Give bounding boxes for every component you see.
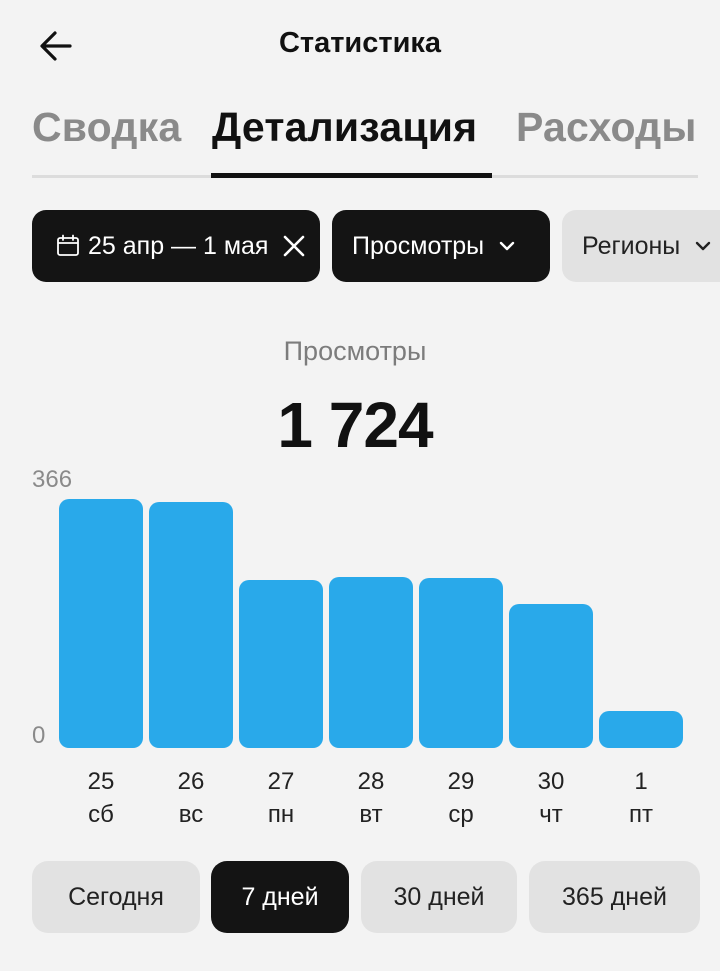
tab-expenses[interactable]: Расходы [516, 104, 697, 151]
chart-bar[interactable] [329, 576, 413, 748]
x-axis-label: 25 сб [59, 765, 143, 831]
x-axis-label: 28 вт [329, 765, 413, 831]
x-axis-day-label: 30 [537, 768, 565, 795]
metric-select-label: Просмотры [352, 231, 485, 260]
metric-label: Просмотры [283, 336, 427, 366]
period-365-days-button[interactable]: 365 дней [529, 861, 700, 933]
x-axis-weekday-label: вс [178, 801, 204, 828]
x-axis-label: 30 чт [509, 765, 593, 831]
chart-bar[interactable] [149, 501, 233, 748]
chart-bar[interactable] [599, 711, 683, 748]
chart-bar[interactable] [239, 579, 323, 748]
tab-details[interactable]: Детализация [212, 104, 477, 151]
x-axis-weekday-label: пт [629, 801, 653, 828]
x-axis-weekday-label: чт [539, 801, 563, 828]
period-7-days-button[interactable]: 7 дней [211, 861, 349, 933]
x-axis-day-label: 25 [87, 768, 115, 795]
tab-summary[interactable]: Сводка [32, 104, 181, 151]
x-axis-weekday-label: пн [267, 801, 295, 828]
chart-bar[interactable] [419, 578, 503, 748]
chart-bar[interactable] [509, 604, 593, 748]
metric-select-chip[interactable]: Просмотры [332, 210, 550, 282]
page-title: Статистика [278, 27, 442, 59]
x-axis-day-label: 28 [357, 768, 385, 795]
x-axis-weekday-label: сб [88, 801, 114, 828]
app-header: Статистика [0, 0, 720, 90]
calendar-icon [56, 234, 80, 258]
x-axis-label: 29 ср [419, 765, 503, 831]
y-axis-min-label: 0 [32, 722, 46, 749]
filter-chips: 25 апр — 1 мая Просмотры Регионы [32, 210, 720, 282]
period-30-days-button[interactable]: 30 дней [361, 861, 517, 933]
period-today-button[interactable]: Сегодня [32, 861, 200, 933]
y-axis-max-label: 366 [32, 466, 73, 493]
region-select-chip[interactable]: Регионы [562, 210, 720, 282]
date-range-label: 25 апр — 1 мая [88, 231, 269, 260]
x-axis-weekday-label: вт [359, 801, 383, 828]
date-range-chip[interactable]: 25 апр — 1 мая [32, 210, 320, 282]
x-axis-day-label: 26 [177, 768, 205, 795]
active-tab-indicator [211, 173, 492, 178]
x-axis-day-label: 29 [447, 768, 475, 795]
tabs-bar: Сводка Детализация Расходы [32, 100, 698, 178]
chevron-down-icon [498, 240, 516, 252]
x-axis-day-label: 1 [634, 768, 648, 795]
close-icon[interactable] [282, 234, 306, 258]
x-axis-label: 27 пн [239, 765, 323, 831]
metric-total-value: 1 724 [277, 389, 433, 461]
x-axis-day-label: 27 [267, 768, 295, 795]
chevron-down-icon [694, 240, 712, 252]
period-selector: Сегодня 7 дней 30 дней 365 дней [32, 861, 702, 933]
x-axis-weekday-label: ср [448, 801, 474, 828]
chart-bar[interactable] [59, 499, 143, 748]
region-select-label: Регионы [582, 231, 681, 260]
x-axis-label: 26 вс [149, 765, 233, 831]
x-axis-label: 1 пт [599, 765, 683, 831]
